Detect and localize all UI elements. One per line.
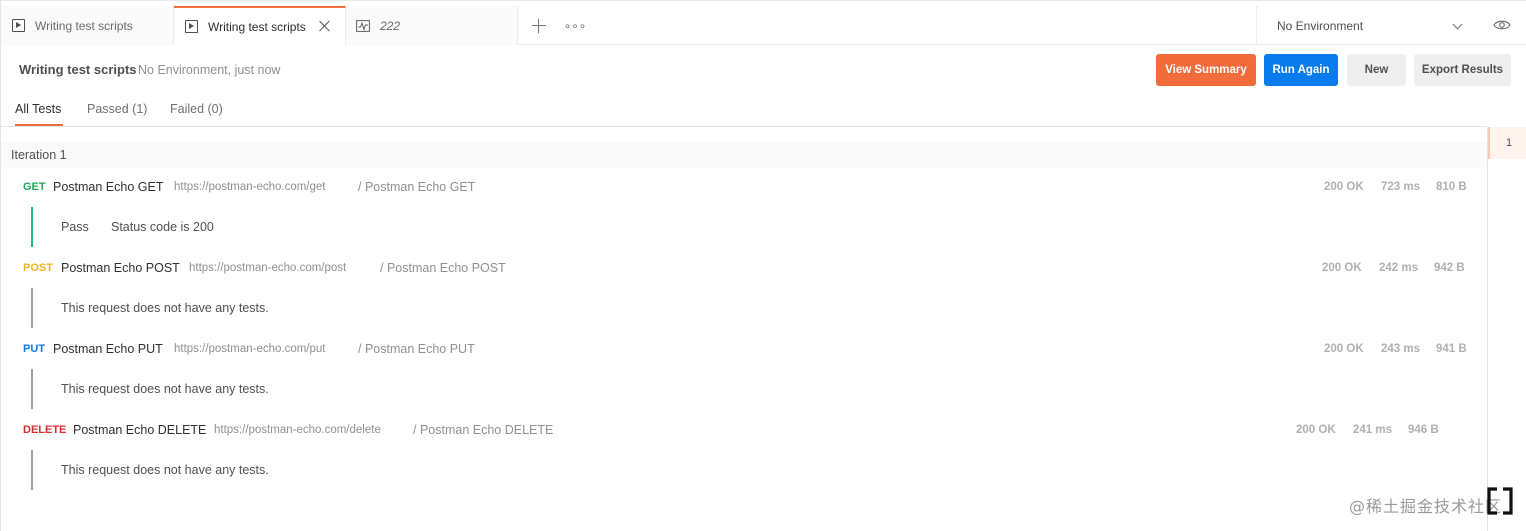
request-path: / Postman Echo GET (358, 180, 476, 194)
test-result-block: This request does not have any tests. (31, 369, 631, 409)
iteration-label: Iteration 1 (11, 148, 67, 162)
environment-selected: No Environment (1277, 18, 1364, 33)
no-tests-message: This request does not have any tests. (61, 301, 269, 315)
run-again-button[interactable]: Run Again (1264, 54, 1338, 86)
watermark: @稀土掘金技术社区 (1349, 497, 1503, 516)
request-name: Postman Echo PUT (53, 342, 163, 356)
filter-all-tests[interactable]: All Tests (15, 102, 63, 126)
request-row[interactable]: POST Postman Echo POST https://postman-e… (23, 261, 1473, 279)
method-badge: POST (23, 262, 53, 274)
request-url: https://postman-echo.com/post (189, 262, 347, 274)
response-size: 946 B (1408, 424, 1439, 436)
response-time: 241 ms (1353, 424, 1393, 436)
tab-label: 222 (380, 18, 401, 33)
request-name: Postman Echo POST (61, 261, 180, 275)
response-size: 941 B (1436, 343, 1467, 355)
chevron-down-icon (1452, 19, 1463, 30)
close-icon[interactable] (319, 20, 331, 32)
response-time: 242 ms (1379, 262, 1419, 274)
tab-writing-test-scripts-1[interactable]: Writing test scripts (1, 6, 174, 45)
response-status: 200 OK (1322, 262, 1362, 274)
tab-writing-test-scripts-2[interactable]: Writing test scripts (174, 6, 346, 45)
tab-bar: Writing test scripts Writing test script… (1, 0, 1526, 45)
method-badge: DELETE (23, 424, 67, 436)
run-meta: No Environment, just now (138, 63, 281, 77)
response-size: 942 B (1434, 262, 1465, 274)
response-status: 200 OK (1324, 343, 1364, 355)
result-filters: All Tests Passed (1) Failed (0) (1, 93, 1487, 127)
response-size: 810 B (1436, 181, 1467, 193)
filter-failed[interactable]: Failed (0) (170, 102, 223, 126)
tab-label: Writing test scripts (35, 18, 133, 33)
eye-icon[interactable] (1493, 19, 1511, 31)
request-url: https://postman-echo.com/get (174, 181, 326, 193)
iteration-header: Iteration 1 (1, 142, 1487, 168)
request-row[interactable]: DELETE Postman Echo DELETE https://postm… (23, 423, 1473, 441)
new-button[interactable]: New (1347, 54, 1406, 86)
app-frame: Writing test scripts Writing test script… (0, 0, 1526, 531)
request-row[interactable]: PUT Postman Echo PUT https://postman-ech… (23, 342, 1473, 360)
test-result-block: This request does not have any tests. (31, 288, 631, 328)
tab-label: Writing test scripts (208, 19, 306, 34)
request-url: https://postman-echo.com/delete (214, 424, 381, 436)
filter-passed[interactable]: Passed (1) (87, 102, 147, 126)
plus-icon (532, 18, 546, 33)
runner-icon (185, 20, 198, 33)
request-path: / Postman Echo POST (380, 261, 506, 275)
response-status: 200 OK (1296, 424, 1336, 436)
test-result-block: This request does not have any tests. (31, 450, 631, 490)
method-badge: PUT (23, 343, 45, 355)
request-name: Postman Echo GET (53, 180, 164, 194)
request-name: Postman Echo DELETE (73, 423, 207, 437)
new-tab-button[interactable] (528, 6, 550, 45)
iteration-cell[interactable]: 1 (1488, 127, 1526, 159)
iteration-strip: 1 (1487, 127, 1526, 531)
bracket-logo-icon (1487, 487, 1513, 515)
run-title: Writing test scripts (19, 62, 137, 77)
request-row[interactable]: GET Postman Echo GET https://postman-ech… (23, 180, 1473, 198)
tab-222[interactable]: 222 (346, 6, 518, 45)
more-icon: ∘∘∘ (563, 18, 587, 33)
no-tests-message: This request does not have any tests. (61, 382, 269, 396)
method-badge: GET (23, 181, 46, 193)
request-path: / Postman Echo PUT (358, 342, 475, 356)
test-result-block: Pass Status code is 200 (31, 207, 631, 247)
test-description: Status code is 200 (111, 220, 214, 234)
request-path: / Postman Echo DELETE (413, 423, 554, 437)
pass-label: Pass (61, 220, 89, 234)
response-time: 723 ms (1381, 181, 1421, 193)
request-url: https://postman-echo.com/put (174, 343, 326, 355)
environment-select[interactable]: No Environment (1256, 6, 1481, 45)
no-tests-message: This request does not have any tests. (61, 463, 269, 477)
response-time: 243 ms (1381, 343, 1421, 355)
export-results-button[interactable]: Export Results (1414, 54, 1511, 86)
response-status: 200 OK (1324, 181, 1364, 193)
monitor-icon (356, 19, 370, 32)
view-summary-button[interactable]: View Summary (1156, 54, 1256, 86)
tab-options-button[interactable]: ∘∘∘ (563, 6, 587, 45)
runner-icon (12, 19, 25, 32)
